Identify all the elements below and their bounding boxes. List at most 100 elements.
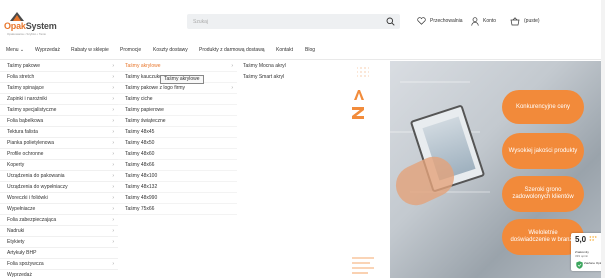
orange-glyph-a xyxy=(354,90,364,100)
submenu-item[interactable]: Taśmy 48x50 xyxy=(118,138,237,149)
chevron-right-icon: › xyxy=(112,228,114,234)
chevron-right-icon: › xyxy=(112,140,114,146)
heart-icon xyxy=(417,17,426,25)
rating-score: 5,0 xyxy=(575,235,587,244)
menu-item[interactable]: Etykiety › xyxy=(0,237,118,248)
search-box xyxy=(187,14,400,29)
menu-item[interactable]: Profile ochronne › xyxy=(0,149,118,160)
submenu-item[interactable]: Taśmy 48x990 xyxy=(118,193,237,204)
hero-pill-clients: Szeroki grono zadowolonych klientów xyxy=(502,176,584,212)
submenu-item[interactable]: Taśmy 48x132 xyxy=(118,182,237,193)
basket-icon xyxy=(510,16,520,25)
favorites-link[interactable]: Przechowalnia xyxy=(417,15,463,27)
submenu-item[interactable]: Taśmy 75x66 xyxy=(118,204,237,215)
account-label: Konto xyxy=(483,18,497,24)
search-input[interactable] xyxy=(193,16,373,27)
menu-item[interactable]: Folia spożywcza › xyxy=(0,259,118,270)
subsubmenu-item[interactable]: Taśmy Smart akryl xyxy=(237,72,357,83)
nav-blog[interactable]: Blog xyxy=(305,47,315,53)
chevron-down-icon: ⌄ xyxy=(19,47,25,53)
submenu-item[interactable]: Taśmy 48x45 xyxy=(118,127,237,138)
submenu-item[interactable]: Taśmy 48x100 xyxy=(118,171,237,182)
menu-item[interactable]: Folia zabezpieczająca › xyxy=(0,215,118,226)
search-icon[interactable] xyxy=(386,17,395,26)
chevron-right-icon: › xyxy=(112,129,114,135)
chevron-right-icon: › xyxy=(112,239,114,245)
menu-item[interactable]: Taśmy specjalistyczne › xyxy=(0,105,118,116)
account-link[interactable]: Konto xyxy=(471,15,496,27)
menu-item[interactable]: Urządzenia do pakowania › xyxy=(0,171,118,182)
chevron-right-icon: › xyxy=(112,151,114,157)
banner-area xyxy=(237,66,390,278)
hero-shelf xyxy=(400,81,470,83)
menu-subsubcategories: Taśmy Mocna akryl Taśmy Smart akryl xyxy=(237,61,357,91)
chevron-right-icon: › xyxy=(112,107,114,113)
menu-item[interactable]: Woreczki i foliówki › xyxy=(0,193,118,204)
menu-item[interactable]: Folia stretch › xyxy=(0,72,118,83)
main-nav: Menu ⌄ Wyprzedaż Rabaty w sklepie Promoc… xyxy=(0,44,605,58)
menu-item[interactable]: Taśmy spinające › xyxy=(0,83,118,94)
submenu-item[interactable]: Taśmy 48x60 xyxy=(118,149,237,160)
header: OpakSystem Opakowania • Szybko • Tanio P… xyxy=(0,0,605,42)
menu-item[interactable]: Pianka polietylenowa › xyxy=(0,138,118,149)
star-rating-icon: ★★★ ★★ xyxy=(589,235,598,242)
cart-label: (puste) xyxy=(524,18,540,24)
menu-item[interactable]: Urządzenia do wypełniaczy › xyxy=(0,182,118,193)
rating-count: 339 opinii xyxy=(575,254,588,258)
submenu-item-active[interactable]: Taśmy akrylowe › xyxy=(118,61,237,72)
menu-item[interactable]: Taśmy pakowe › xyxy=(0,61,118,72)
subsubmenu-item[interactable]: Taśmy Mocna akryl xyxy=(237,61,357,72)
logo-text: OpakSystem xyxy=(4,21,57,31)
chevron-right-icon: › xyxy=(112,118,114,124)
submenu-item[interactable]: Taśmy 48x66 xyxy=(118,160,237,171)
menu-item[interactable]: Koperty › xyxy=(0,160,118,171)
nav-rabaty[interactable]: Rabaty w sklepie xyxy=(71,47,109,53)
nav-divider xyxy=(0,59,605,60)
chevron-right-icon: › xyxy=(112,261,114,267)
logo[interactable]: OpakSystem Opakowania • Szybko • Tanio xyxy=(4,10,57,36)
chevron-right-icon: › xyxy=(112,184,114,190)
menu-categories: Taśmy pakowe › Folia stretch › Taśmy spina… xyxy=(0,61,118,278)
menu-item[interactable]: Zapinki i narożniki › xyxy=(0,94,118,105)
rating-widget[interactable]: 5,0 ★★★ ★★ Znakomity 339 opinii Zaufane O… xyxy=(571,233,605,271)
menu-item[interactable]: Wyprzedaż xyxy=(0,270,118,278)
chevron-right-icon: › xyxy=(112,195,114,201)
submenu-item[interactable]: Taśmy ciche xyxy=(118,94,237,105)
menu-item[interactable]: Tektura falista › xyxy=(0,127,118,138)
chevron-right-icon: › xyxy=(112,96,114,102)
submenu-item[interactable]: Taśmy pakowe z logo firmy › xyxy=(118,83,237,94)
shield-check-icon xyxy=(576,261,583,269)
submenu-item[interactable]: Taśmy świąteczne xyxy=(118,116,237,127)
menu-item[interactable]: Nadruki › xyxy=(0,226,118,237)
chevron-right-icon: › xyxy=(112,74,114,80)
chevron-right-icon: › xyxy=(112,162,114,168)
nav-darmowa-dostawa[interactable]: Produkty z darmową dostawą xyxy=(199,47,265,53)
scrollbar[interactable] xyxy=(601,0,605,278)
chevron-right-icon: › xyxy=(112,217,114,223)
favorites-label: Przechowalnia xyxy=(430,18,463,24)
hero-pill-quality: Wysokiej jakości produkty xyxy=(502,133,584,169)
hero-pill-prices: Konkurencyjne ceny xyxy=(502,90,584,124)
nav-koszty-dostawy[interactable]: Koszty dostawy xyxy=(153,47,188,53)
menu-item[interactable]: Artykuły BHP xyxy=(0,248,118,259)
menu-item[interactable]: Folia bąbelkowa › xyxy=(0,116,118,127)
orange-glyph-z xyxy=(352,107,364,119)
chevron-right-icon: › xyxy=(231,85,233,91)
chevron-right-icon: › xyxy=(231,63,233,69)
menu-subcategories: Taśmy akrylowe › Taśmy kauczukowe Taśmy p… xyxy=(118,61,237,216)
submenu-item[interactable]: Taśmy papierowe xyxy=(118,105,237,116)
nav-promocje[interactable]: Promocje xyxy=(120,47,141,53)
nav-kontakt[interactable]: Kontakt xyxy=(276,47,293,53)
chevron-right-icon: › xyxy=(112,173,114,179)
menu-item[interactable]: Wypełniacze › xyxy=(0,204,118,215)
user-icon xyxy=(471,16,479,26)
nav-menu[interactable]: Menu ⌄ xyxy=(6,47,24,53)
lines-decoration xyxy=(352,257,374,274)
cart-link[interactable]: (puste) xyxy=(510,15,540,27)
dots-decoration xyxy=(355,66,369,78)
chevron-right-icon: › xyxy=(112,63,114,69)
chevron-right-icon: › xyxy=(112,85,114,91)
tooltip: Taśmy akrylowe xyxy=(160,75,204,84)
chevron-right-icon: › xyxy=(112,206,114,212)
nav-wyprzedaz[interactable]: Wyprzedaż xyxy=(35,47,60,53)
